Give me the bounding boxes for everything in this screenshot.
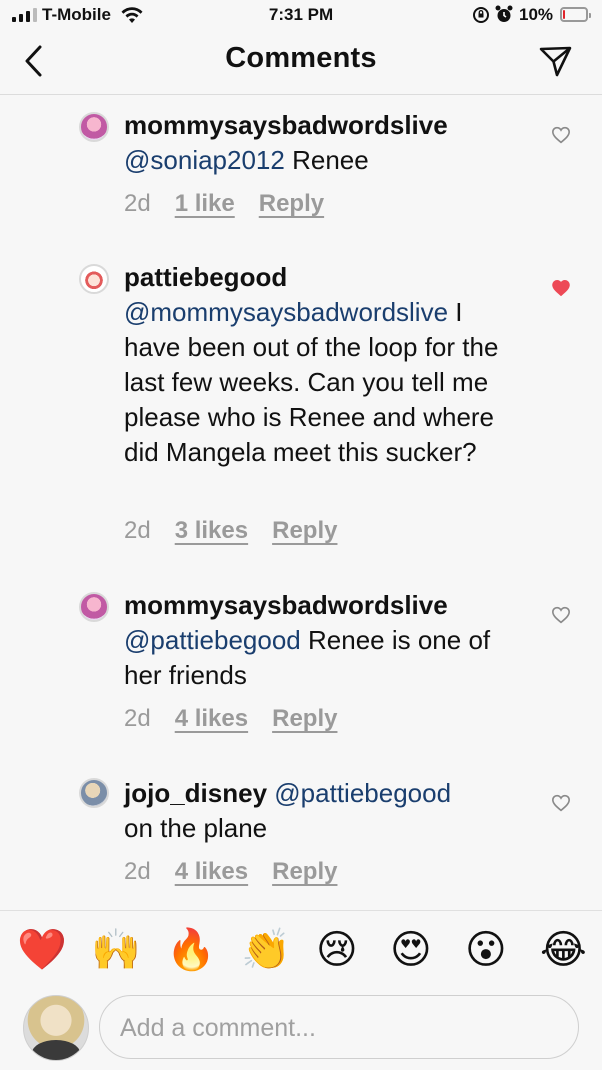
comment-body: jojo_disney @pattiebegood on the plane [124,776,520,846]
emoji-red-heart[interactable]: ❤️ [17,927,67,973]
comment-text: Renee [292,145,369,175]
likes-link[interactable]: 4 likes [175,858,248,886]
reply-button[interactable]: Reply [259,190,324,218]
paper-plane-icon[interactable] [538,44,574,78]
comment-meta: 2d 4 likes Reply [124,705,337,733]
emoji-fire[interactable]: 🔥 [166,927,216,973]
comment-body: mommysaysbadwordslive @soniap2012 Renee [124,108,520,178]
comment-mention[interactable]: @pattiebegood [124,625,301,655]
reply-button[interactable]: Reply [272,517,337,545]
alarm-icon [495,5,513,22]
reply-button[interactable]: Reply [272,858,337,886]
page-title: Comments [225,42,377,74]
comment-body: pattiebegood @mommysaysbadwordslive I ha… [124,260,520,470]
comment-username[interactable]: pattiebegood [124,262,287,292]
likes-link[interactable]: 1 like [175,190,235,218]
commenter-avatar[interactable] [79,592,109,622]
rotation-lock-icon [473,7,489,23]
comment-username[interactable]: mommysaysbadwordslive [124,110,448,140]
heart-outline-icon[interactable] [551,794,571,812]
commenter-avatar[interactable] [79,112,109,142]
comment-age: 2d [124,517,151,544]
emoji-bar: ❤️ 🙌 🔥 👏 😢 😍 😮 😂 [0,910,602,991]
emoji-surprised-face[interactable]: 😮 [465,927,507,973]
comment-meta: 2d 3 likes Reply [124,517,337,545]
comment-mention[interactable]: @soniap2012 [124,145,285,175]
comment-body: mommysaysbadwordslive @pattiebegood Rene… [124,588,520,693]
comments-header: Comments [0,30,602,95]
comment-age: 2d [124,858,151,885]
likes-link[interactable]: 4 likes [175,705,248,733]
battery-icon [560,7,591,22]
battery-percent: 10% [519,5,554,24]
comment-meta: 2d 1 like Reply [124,190,324,218]
comment-age: 2d [124,190,151,217]
comment-mention[interactable]: @pattiebegood [274,778,451,808]
comment-age: 2d [124,705,151,732]
commenter-avatar[interactable] [79,264,109,294]
comment-text: on the plane [124,813,268,843]
heart-outline-icon[interactable] [551,606,571,624]
emoji-tears-of-joy[interactable]: 😂 [540,927,587,973]
heart-filled-icon[interactable] [551,279,571,297]
emoji-crying-face[interactable]: 😢 [316,927,358,973]
comment-input[interactable] [118,1008,562,1048]
status-bar: T-Mobile 7:31 PM 10% [0,0,602,30]
comment-input-container[interactable] [99,995,579,1059]
reply-button[interactable]: Reply [272,705,337,733]
commenter-avatar[interactable] [79,778,109,808]
comment-username[interactable]: jojo_disney [124,778,267,808]
comment-mention[interactable]: @mommysaysbadwordslive [124,297,448,327]
emoji-heart-eyes[interactable]: 😍 [390,927,432,973]
comment-username[interactable]: mommysaysbadwordslive [124,590,448,620]
likes-link[interactable]: 3 likes [175,517,248,545]
comment-meta: 2d 4 likes Reply [124,858,337,886]
my-avatar [23,995,89,1061]
heart-outline-icon[interactable] [551,126,571,144]
emoji-raised-hands[interactable]: 🙌 [91,927,141,973]
emoji-clapping-hands[interactable]: 👏 [241,927,291,973]
